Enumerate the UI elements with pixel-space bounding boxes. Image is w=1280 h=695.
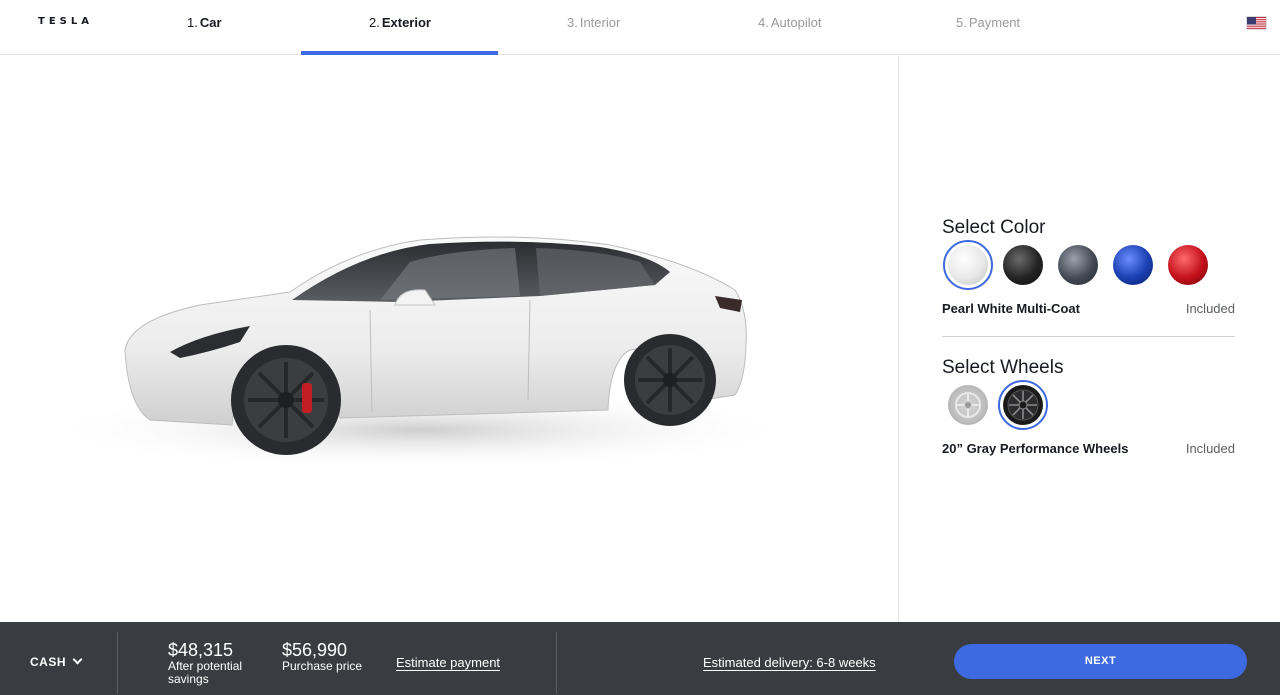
section-divider [942,336,1235,337]
step-number: 3. [567,15,578,30]
step-label: Autopilot [770,15,822,30]
footer-divider [117,632,118,694]
aero-wheel-icon [955,392,981,418]
selected-wheel-price: Included [1185,441,1235,456]
step-autopilot[interactable]: 4. Autopilot [758,15,821,55]
tesla-logo[interactable]: TESLA [38,16,93,27]
selected-wheel-name: 20” Gray Performance Wheels [942,441,1129,456]
step-interior[interactable]: 3. Interior [567,15,620,55]
estimate-payment-link[interactable]: Estimate payment [396,655,500,670]
savings-label: After potential savings [168,660,242,686]
car-preview [0,56,898,622]
panel-divider [898,56,899,622]
savings-price: $48,315 [168,640,234,660]
us-flag-icon[interactable] [1246,16,1267,30]
step-label: Interior [579,15,621,30]
next-button[interactable]: NEXT [954,644,1247,679]
top-nav: TESLA 1. Car 2. Exterior 3. Interior 4. Auto… [0,0,1280,55]
options-panel: Select Color Pearl White Multi-Coat Incl… [942,56,1235,622]
color-swatch-deep-blue[interactable] [1113,245,1153,285]
footer-divider [556,632,557,694]
color-swatch-red-multi-coat[interactable] [1168,245,1208,285]
step-car[interactable]: 1. Car [187,15,222,55]
step-payment[interactable]: 5. Payment [956,15,1020,55]
color-swatch-midnight-silver[interactable] [1058,245,1098,285]
step-number: 5. [956,15,967,30]
step-number: 1. [187,15,198,30]
step-number: 2. [369,15,380,30]
purchase-price-label: Purchase price [282,659,363,673]
step-exterior[interactable]: 2. Exterior [369,15,431,55]
savings-label-line-2: savings [168,672,209,686]
color-swatch-solid-black[interactable] [1003,245,1043,285]
step-label: Payment [968,15,1021,30]
active-step-indicator [301,51,498,55]
wheel-option-aero[interactable] [948,385,988,425]
performance-wheel-icon [1007,389,1039,421]
step-number: 4. [758,15,769,30]
payment-mode-dropdown[interactable]: CASH [30,654,83,669]
wheel-option-performance[interactable] [1003,385,1043,425]
car-image [40,236,800,470]
selected-color-price: Included [1185,301,1235,316]
selected-color-name: Pearl White Multi-Coat [942,301,1080,316]
step-label: Car [199,15,222,30]
select-color-title: Select Color [942,217,1046,238]
color-swatch-pearl-white[interactable] [948,245,988,285]
summary-bar: CASH $48,315 After potential savings $56… [0,622,1280,695]
estimated-delivery-link[interactable]: Estimated delivery: 6-8 weeks [703,655,876,670]
chevron-down-icon [72,654,83,665]
select-wheels-title: Select Wheels [942,357,1064,378]
step-label: Exterior [381,15,431,30]
payment-mode-label: CASH [30,655,67,669]
purchase-price: $56,990 [282,640,348,660]
